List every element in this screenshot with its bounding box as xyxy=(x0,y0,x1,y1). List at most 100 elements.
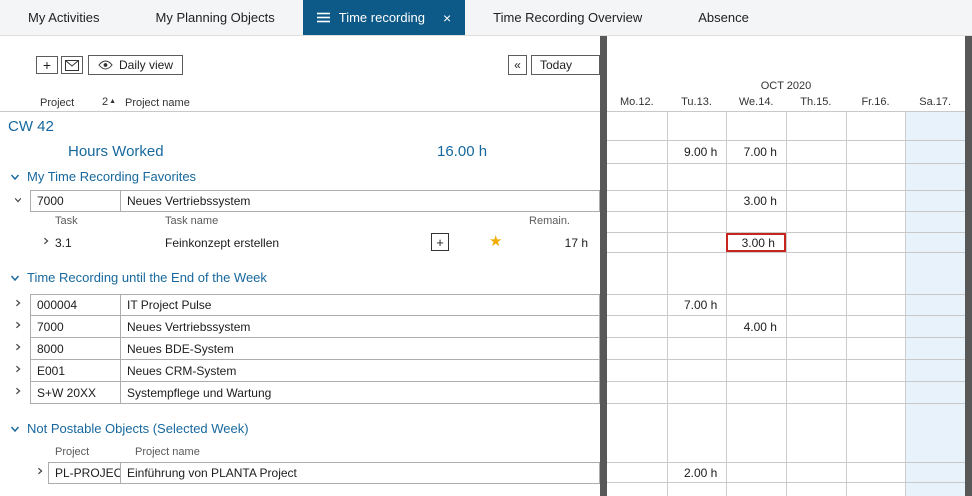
tab-label: Time Recording Overview xyxy=(493,10,642,25)
day-header: We.14. xyxy=(726,94,786,111)
project-id-cell[interactable]: PL-PROJECT xyxy=(49,463,121,483)
tab-time-recording[interactable]: Time recording × xyxy=(303,0,465,35)
task-id[interactable]: 3.1 xyxy=(55,236,72,250)
grid-row-project xyxy=(607,338,965,360)
task-column-header: Task xyxy=(55,215,78,227)
task-name[interactable]: Feinkonzept erstellen xyxy=(165,236,279,250)
sort-asc-icon: ▲ xyxy=(109,98,116,105)
chevron-down-icon[interactable] xyxy=(14,196,22,204)
chevron-right-icon[interactable] xyxy=(14,343,22,351)
tab-absence[interactable]: Absence xyxy=(670,0,777,35)
envelope-icon xyxy=(65,60,79,71)
close-tab-icon[interactable]: × xyxy=(443,11,451,25)
task-name-column-header: Task name xyxy=(165,215,218,227)
task-remaining-hours: 17 h xyxy=(500,236,588,250)
pane-splitter[interactable] xyxy=(600,36,607,496)
header-divider xyxy=(0,111,600,112)
project-id-cell[interactable]: E001 xyxy=(31,360,121,381)
hours-cell[interactable]: 7.00 h xyxy=(726,141,786,163)
hours-cell[interactable]: 9.00 h xyxy=(667,141,727,163)
grid-row-project: 4.00 h xyxy=(607,316,965,338)
project-name-cell[interactable]: IT Project Pulse xyxy=(121,295,599,315)
chevron-right-icon[interactable] xyxy=(14,387,22,395)
chevron-down-icon[interactable] xyxy=(10,273,20,283)
previous-button[interactable]: « xyxy=(508,55,527,75)
project-column-header: Project xyxy=(55,446,89,458)
section-title: Not Postable Objects (Selected Week) xyxy=(27,421,249,436)
remain-column-header: Remain. xyxy=(470,215,570,227)
tab-bar: My Activities My Planning Objects Time r… xyxy=(0,0,972,36)
project-name-cell[interactable]: Neues Vertriebssystem xyxy=(121,191,599,211)
grid-row-not-postable: 2.00 h xyxy=(607,462,965,483)
project-id-cell[interactable]: 7000 xyxy=(31,316,121,337)
hours-worked-label: Hours Worked xyxy=(68,143,164,160)
month-label: OCT 2020 xyxy=(607,80,965,92)
daily-view-button[interactable]: Daily view xyxy=(88,55,183,75)
section-favorites[interactable]: My Time Recording Favorites xyxy=(10,169,196,184)
tab-my-planning-objects[interactable]: My Planning Objects xyxy=(128,0,303,35)
project-row[interactable]: S+W 20XX Systempflege und Wartung xyxy=(30,382,600,404)
project-row[interactable]: 7000 Neues Vertriebssystem xyxy=(30,190,600,212)
eye-icon xyxy=(98,60,113,70)
tab-label: My Planning Objects xyxy=(156,10,275,25)
column-header-project[interactable]: Project xyxy=(40,97,74,109)
project-name-cell[interactable]: Neues BDE-System xyxy=(121,338,599,359)
day-header-row: Mo.12. Tu.13. We.14. Th.15. Fr.16. Sa.17… xyxy=(607,94,965,112)
chevron-down-icon[interactable] xyxy=(10,172,20,182)
project-row[interactable]: 7000 Neues Vertriebssystem xyxy=(30,316,600,338)
chevron-right-icon[interactable] xyxy=(42,237,50,245)
project-id-cell[interactable]: S+W 20XX xyxy=(31,382,121,403)
hours-cell[interactable]: 2.00 h xyxy=(667,463,727,482)
project-row[interactable]: 8000 Neues BDE-System xyxy=(30,338,600,360)
tab-time-recording-overview[interactable]: Time Recording Overview xyxy=(465,0,670,35)
tab-my-activities[interactable]: My Activities xyxy=(0,0,128,35)
section-week[interactable]: Time Recording until the End of the Week xyxy=(10,270,267,285)
section-not-postable[interactable]: Not Postable Objects (Selected Week) xyxy=(10,421,249,436)
day-header: Mo.12. xyxy=(607,94,667,111)
tab-label: My Activities xyxy=(28,10,100,25)
project-name-cell[interactable]: Einführung von PLANTA Project xyxy=(121,463,599,483)
project-name-column-header: Project name xyxy=(135,446,200,458)
week-label: CW 42 xyxy=(8,118,54,135)
hours-cell[interactable]: 4.00 h xyxy=(726,316,786,337)
project-row[interactable]: E001 Neues CRM-System xyxy=(30,360,600,382)
hours-cell[interactable]: 7.00 h xyxy=(667,295,727,315)
project-name-cell[interactable]: Systempflege und Wartung xyxy=(121,382,599,403)
today-button[interactable]: Today xyxy=(531,55,600,75)
tab-label: Absence xyxy=(698,10,749,25)
chevron-right-icon[interactable] xyxy=(14,365,22,373)
chevron-right-icon[interactable] xyxy=(14,321,22,329)
time-recording-app: My Activities My Planning Objects Time r… xyxy=(0,0,972,496)
grid-row-favorite-task: 3.00 h xyxy=(607,232,965,253)
grid-row-project: 7.00 h xyxy=(607,294,965,316)
chevron-right-icon[interactable] xyxy=(36,467,44,475)
daily-view-label: Daily view xyxy=(119,58,173,72)
project-id-cell[interactable]: 000004 xyxy=(31,295,121,315)
menu-icon[interactable] xyxy=(317,12,330,23)
hours-cell[interactable]: 3.00 h xyxy=(726,191,786,211)
day-header: Fr.16. xyxy=(846,94,906,111)
grid-row-project xyxy=(607,382,965,404)
scrollbar[interactable] xyxy=(965,36,972,496)
highlighted-hours-cell[interactable]: 3.00 h xyxy=(726,233,786,252)
project-row[interactable]: 000004 IT Project Pulse xyxy=(30,294,600,316)
project-name-cell[interactable]: Neues Vertriebssystem xyxy=(121,316,599,337)
project-row[interactable]: PL-PROJECT Einführung von PLANTA Project xyxy=(48,462,600,484)
project-id-cell[interactable]: 8000 xyxy=(31,338,121,359)
chevron-right-icon[interactable] xyxy=(14,299,22,307)
add-button[interactable]: + xyxy=(36,56,58,74)
tab-label: Time recording xyxy=(339,10,425,25)
section-title: Time Recording until the End of the Week xyxy=(27,270,267,285)
chevron-down-icon[interactable] xyxy=(10,424,20,434)
day-header: Th.15. xyxy=(786,94,846,111)
sort-indicator[interactable]: 2▲ xyxy=(102,96,116,108)
project-id-cell[interactable]: 7000 xyxy=(31,191,121,211)
day-header: Tu.13. xyxy=(667,94,727,111)
section-title: My Time Recording Favorites xyxy=(27,169,196,184)
project-name-cell[interactable]: Neues CRM-System xyxy=(121,360,599,381)
calendar-grid: OCT 2020 Mo.12. Tu.13. We.14. Th.15. Fr.… xyxy=(607,36,965,496)
add-booking-button[interactable]: + xyxy=(431,233,449,251)
column-header-project-name[interactable]: Project name xyxy=(125,97,190,109)
hours-worked-total: 16.00 h xyxy=(437,143,487,160)
mail-button[interactable] xyxy=(61,56,83,74)
